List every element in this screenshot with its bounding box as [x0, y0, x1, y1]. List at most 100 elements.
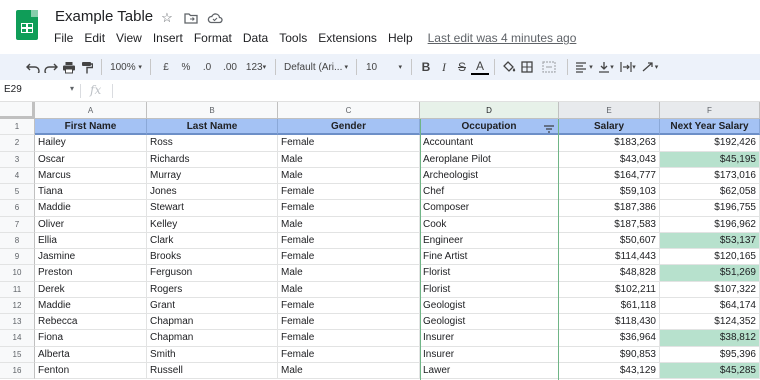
table-cell[interactable]: Russell [147, 362, 278, 379]
table-cell[interactable]: $45,195 [660, 151, 760, 168]
row-header-6[interactable]: 6 [0, 200, 35, 217]
table-cell[interactable]: Maddie [35, 200, 147, 217]
table-cell[interactable]: $90,853 [559, 346, 660, 363]
table-cell[interactable]: $114,443 [559, 249, 660, 266]
table-cell[interactable]: $183,263 [559, 135, 660, 152]
cloud-status-icon[interactable] [206, 9, 224, 27]
column-header-f[interactable]: F [660, 102, 760, 119]
strikethrough-button[interactable]: S [453, 57, 471, 77]
table-cell[interactable]: $62,058 [660, 184, 760, 201]
table-cell[interactable]: Marcus [35, 167, 147, 184]
table-cell[interactable]: Murray [147, 167, 278, 184]
table-cell[interactable]: Preston [35, 265, 147, 282]
percent-button[interactable]: % [176, 57, 196, 77]
table-cell[interactable]: Oliver [35, 216, 147, 233]
column-header-a[interactable]: A [35, 102, 147, 119]
increase-decimal-button[interactable]: .00 [218, 57, 242, 77]
header-cell-last-name[interactable]: Last Name [147, 119, 278, 136]
table-cell[interactable]: $43,043 [559, 151, 660, 168]
table-cell[interactable]: Rogers [147, 281, 278, 298]
table-cell[interactable]: Clark [147, 232, 278, 249]
row-header-15[interactable]: 15 [0, 346, 35, 363]
table-cell[interactable]: Alberta [35, 346, 147, 363]
table-cell[interactable]: Male [278, 265, 420, 282]
table-cell[interactable]: $61,118 [559, 297, 660, 314]
table-cell[interactable]: Florist [420, 281, 559, 298]
table-cell[interactable]: Ross [147, 135, 278, 152]
table-cell[interactable]: Female [278, 232, 420, 249]
table-cell[interactable]: Male [278, 167, 420, 184]
row-header-1[interactable]: 1 [0, 119, 35, 136]
header-cell-first-name[interactable]: First Name [35, 119, 147, 136]
table-cell[interactable]: Maddie [35, 297, 147, 314]
font-select[interactable]: Default (Ari... ▾ [281, 57, 351, 77]
table-cell[interactable]: Accountant [420, 135, 559, 152]
text-wrap-icon[interactable]: ▾ [617, 57, 639, 77]
menu-extensions[interactable]: Extensions [318, 31, 377, 45]
table-cell[interactable]: $95,396 [660, 346, 760, 363]
column-header-e[interactable]: E [559, 102, 660, 119]
spreadsheet-grid[interactable]: A B C D E F 1 2 3 4 5 6 7 8 9 10 11 12 13 14 15 16 First Name L… [0, 102, 760, 380]
table-cell[interactable]: Female [278, 249, 420, 266]
row-header-9[interactable]: 9 [0, 249, 35, 266]
align-vertical-icon[interactable]: ▾ [595, 57, 617, 77]
table-cell[interactable]: Fine Artist [420, 249, 559, 266]
table-cell[interactable]: $43,129 [559, 362, 660, 379]
name-box[interactable]: E29 ▾ [4, 84, 76, 99]
table-cell[interactable]: Male [278, 281, 420, 298]
table-cell[interactable]: Insurer [420, 346, 559, 363]
row-header-14[interactable]: 14 [0, 330, 35, 347]
menu-edit[interactable]: Edit [84, 31, 105, 45]
table-cell[interactable]: Chapman [147, 314, 278, 331]
table-cell[interactable]: $124,352 [660, 314, 760, 331]
table-cell[interactable]: Lawer [420, 362, 559, 379]
table-cell[interactable]: Jasmine [35, 249, 147, 266]
bold-button[interactable]: B [417, 57, 435, 77]
table-cell[interactable]: Derek [35, 281, 147, 298]
table-cell[interactable]: Insurer [420, 330, 559, 347]
document-title[interactable]: Example Table [55, 8, 153, 25]
row-header-10[interactable]: 10 [0, 265, 35, 282]
table-cell[interactable]: $196,755 [660, 200, 760, 217]
table-cell[interactable]: Female [278, 184, 420, 201]
table-cell[interactable]: $38,812 [660, 330, 760, 347]
table-cell[interactable]: Cook [420, 216, 559, 233]
move-folder-icon[interactable] [182, 9, 200, 27]
table-cell[interactable]: Ellia [35, 232, 147, 249]
select-all-corner[interactable] [0, 102, 35, 119]
table-cell[interactable]: Chef [420, 184, 559, 201]
header-cell-occupation[interactable]: Occupation [420, 119, 559, 136]
menu-data[interactable]: Data [243, 31, 268, 45]
table-cell[interactable]: Geologist [420, 297, 559, 314]
table-cell[interactable]: Male [278, 151, 420, 168]
table-cell[interactable]: $64,174 [660, 297, 760, 314]
table-cell[interactable]: Female [278, 314, 420, 331]
table-cell[interactable]: Ferguson [147, 265, 278, 282]
header-cell-next-year-salary[interactable]: Next Year Salary [660, 119, 760, 136]
table-cell[interactable]: $59,103 [559, 184, 660, 201]
row-header-16[interactable]: 16 [0, 362, 35, 379]
table-cell[interactable]: $187,386 [559, 200, 660, 217]
decrease-decimal-button[interactable]: .0 [196, 57, 218, 77]
row-header-13[interactable]: 13 [0, 314, 35, 331]
table-cell[interactable]: Fiona [35, 330, 147, 347]
row-header-4[interactable]: 4 [0, 167, 35, 184]
star-icon[interactable]: ☆ [158, 9, 176, 27]
table-cell[interactable]: $173,016 [660, 167, 760, 184]
table-cell[interactable]: Composer [420, 200, 559, 217]
align-horizontal-icon[interactable]: ▾ [573, 57, 595, 77]
table-cell[interactable]: Male [278, 216, 420, 233]
column-header-b[interactable]: B [147, 102, 278, 119]
menu-help[interactable]: Help [388, 31, 413, 45]
row-header-12[interactable]: 12 [0, 297, 35, 314]
merge-cells-icon[interactable] [536, 57, 562, 77]
table-cell[interactable]: $107,322 [660, 281, 760, 298]
table-cell[interactable]: $118,430 [559, 314, 660, 331]
table-cell[interactable]: Florist [420, 265, 559, 282]
table-cell[interactable]: $164,777 [559, 167, 660, 184]
last-edit-link[interactable]: Last edit was 4 minutes ago [428, 31, 577, 45]
row-header-3[interactable]: 3 [0, 151, 35, 168]
table-cell[interactable]: $192,426 [660, 135, 760, 152]
table-cell[interactable]: $50,607 [559, 232, 660, 249]
table-cell[interactable]: Aeroplane Pilot [420, 151, 559, 168]
